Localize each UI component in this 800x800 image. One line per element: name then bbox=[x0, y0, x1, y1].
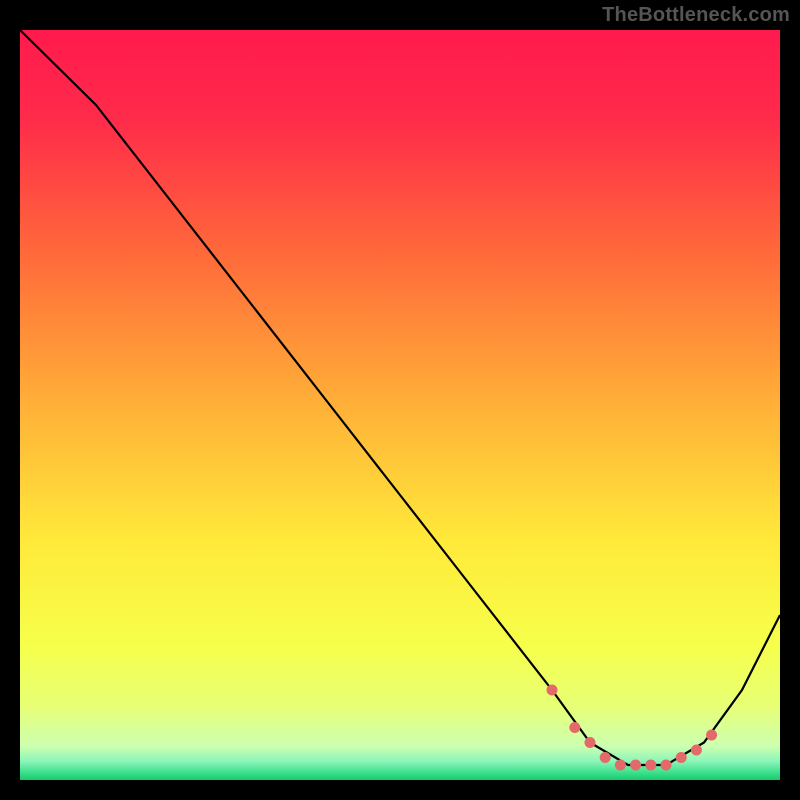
marker-dot bbox=[569, 722, 580, 733]
marker-dot bbox=[645, 760, 656, 771]
chart-canvas bbox=[0, 0, 800, 800]
marker-dot bbox=[585, 737, 596, 748]
marker-dot bbox=[706, 730, 717, 741]
marker-dot bbox=[661, 760, 672, 771]
marker-dot bbox=[615, 760, 626, 771]
marker-dot bbox=[691, 745, 702, 756]
chart-frame: TheBottleneck.com bbox=[0, 0, 800, 800]
marker-dot bbox=[547, 685, 558, 696]
marker-dot bbox=[630, 760, 641, 771]
marker-dot bbox=[600, 752, 611, 763]
plot-background bbox=[20, 30, 780, 780]
marker-dot bbox=[676, 752, 687, 763]
